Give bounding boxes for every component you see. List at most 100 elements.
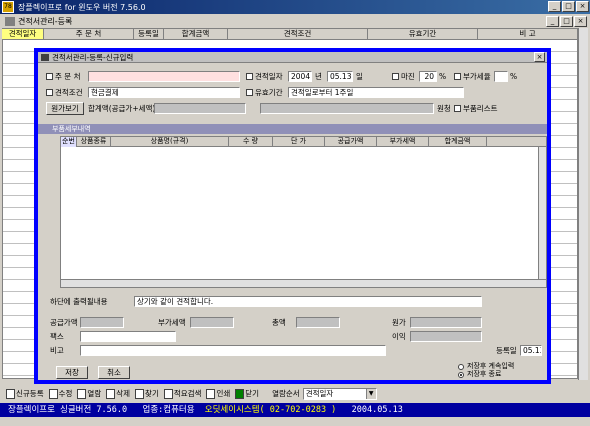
dialog-title-bar: 견적서관리-등록-신규입력 × <box>38 52 547 63</box>
profit-display <box>410 331 482 342</box>
note-input[interactable] <box>80 345 386 356</box>
total-display <box>154 103 246 114</box>
find-button[interactable]: 찾기 <box>133 387 161 400</box>
date-md-input[interactable]: 05.13 <box>327 71 353 82</box>
parts-section-bar: 부품세부내역 <box>38 124 547 134</box>
close-window-button[interactable]: 닫기 <box>233 387 261 400</box>
day-unit: 일 <box>356 72 363 81</box>
vatamt-display <box>190 317 234 328</box>
col-sum[interactable]: 합계금액 <box>429 137 487 147</box>
date-checkbox[interactable] <box>246 73 253 80</box>
view-icon <box>77 388 87 399</box>
save-continue-radio[interactable] <box>458 364 464 370</box>
col-supply[interactable]: 공급가액 <box>325 137 377 147</box>
mdi-title: 견적서관리-등록 <box>18 17 73 26</box>
cancel-button[interactable]: 취소 <box>98 366 130 379</box>
edit-icon <box>48 388 58 399</box>
vat-label: 부가세율 <box>463 72 491 81</box>
condition-input[interactable]: 현금결제 <box>88 87 240 98</box>
validity-input[interactable]: 견적일로부터 1주일 <box>288 87 464 98</box>
vat-percent: % <box>510 72 518 81</box>
vat-checkbox[interactable] <box>454 73 461 80</box>
parts-list-label: 부품리스트 <box>463 104 498 113</box>
col-vat[interactable]: 부가세액 <box>377 137 429 147</box>
app-icon: 78 <box>2 1 14 13</box>
mdi-close-button[interactable]: × <box>574 16 587 27</box>
app-title: 장플렉이프로 for 윈도우 버전 7.56.0 <box>18 2 146 12</box>
dialog-close-button[interactable]: × <box>534 52 545 62</box>
dialog-title: 견적서관리-등록-신규입력 <box>52 53 134 62</box>
minimize-button[interactable]: _ <box>548 1 561 12</box>
find-icon <box>135 388 145 399</box>
view-cost-button[interactable]: 원가보기 <box>46 102 84 115</box>
date-year-input[interactable]: 2004 <box>288 71 312 82</box>
regdate-input[interactable]: 05.13 <box>520 345 542 356</box>
bottom-toolbar: 신규등록 수정 열람 삭제 찾기 적요검색 인쇄 닫기 열람순서 견적일자 ▼ <box>0 386 590 401</box>
close-button[interactable]: × <box>576 1 589 12</box>
margin-label: 마진 <box>401 72 415 81</box>
condition-checkbox[interactable] <box>46 89 53 96</box>
status-industry: 업종:컴퓨터용 <box>142 405 195 415</box>
col-seq[interactable]: 순번 <box>61 137 77 147</box>
customer-label: 주 문 처 <box>55 72 81 81</box>
mdi-title-bar: 견적서관리-등록 _ □ × <box>2 15 588 28</box>
customer-checkbox[interactable] <box>46 73 53 80</box>
mdi-minimize-button[interactable]: _ <box>546 16 559 27</box>
supply-label: 공급가액 <box>50 318 78 327</box>
parts-list-checkbox[interactable] <box>454 105 461 112</box>
sum-display <box>296 317 340 328</box>
parts-vscroll[interactable] <box>538 147 546 281</box>
validity-checkbox[interactable] <box>246 89 253 96</box>
col-qty[interactable]: 수 량 <box>229 137 273 147</box>
status-date: 2004.05.13 <box>351 405 403 415</box>
view-button[interactable]: 열람 <box>75 387 103 400</box>
list-header: 견적일자 주 문 처 등록일 합계금액 견적조건 유효기간 비 고 <box>2 28 578 40</box>
chevron-down-icon[interactable]: ▼ <box>365 388 376 399</box>
margin-checkbox[interactable] <box>392 73 399 80</box>
col-product[interactable]: 상품명(규격) <box>111 137 229 147</box>
maximize-button[interactable]: □ <box>562 1 575 12</box>
margin-input[interactable]: 20 <box>419 71 437 82</box>
vatamt-label: 부가세액 <box>158 318 186 327</box>
cost2-display <box>410 317 482 328</box>
exit-icon <box>235 388 245 399</box>
date-label: 견적일자 <box>255 72 283 81</box>
delete-icon <box>106 388 116 399</box>
print-button[interactable]: 인쇄 <box>204 387 232 400</box>
note-label: 비고 <box>50 346 64 355</box>
save-end-radio[interactable] <box>458 372 464 378</box>
margin-percent: % <box>439 72 447 81</box>
col-kind[interactable]: 상품종류 <box>77 137 111 147</box>
list-scrollbar[interactable] <box>578 28 588 380</box>
regdate-label: 등록일 <box>496 346 517 355</box>
fax-input[interactable] <box>80 331 176 342</box>
mdi-maximize-button[interactable]: □ <box>560 16 573 27</box>
total-label: 합계액(공급가+세액) <box>88 104 156 113</box>
profit-label: 이익 <box>392 332 406 341</box>
edit-button[interactable]: 수정 <box>47 387 75 400</box>
fax-label: 팩스 <box>50 332 64 341</box>
sum-label: 총액 <box>272 318 286 327</box>
new-entry-dialog: 견적서관리-등록-신규입력 × 주 문 처 견적일자 2004 년 05.13 … <box>34 48 551 384</box>
col-unit-price[interactable]: 단 가 <box>273 137 325 147</box>
footer-label: 하단에 출력될내용 <box>50 297 108 306</box>
dialog-icon <box>41 54 49 61</box>
parts-hscroll[interactable] <box>61 279 546 287</box>
delete-button[interactable]: 삭제 <box>104 387 132 400</box>
cost2-label: 원가 <box>392 318 406 327</box>
supply-display <box>80 317 124 328</box>
memo-search-button[interactable]: 적요검색 <box>162 387 204 400</box>
memo-search-icon <box>163 388 173 399</box>
vat-input[interactable] <box>494 71 508 82</box>
year-unit: 년 <box>315 72 322 81</box>
new-button[interactable]: 신규등록 <box>4 387 46 400</box>
footer-input[interactable]: 상기와 같이 견적합니다. <box>134 296 482 307</box>
save-button[interactable]: 저장 <box>56 366 88 379</box>
document-icon <box>5 17 15 26</box>
cost-display <box>260 103 434 114</box>
save-end-label: 저장후 종료 <box>467 370 502 378</box>
sort-select[interactable]: 견적일자 ▼ <box>302 387 377 400</box>
customer-input[interactable] <box>88 71 240 82</box>
app-title-bar: 78 장플렉이프로 for 윈도우 버전 7.56.0 _ □ × <box>0 0 590 14</box>
parts-grid[interactable]: 순번 상품종류 상품명(규격) 수 량 단 가 공급가액 부가세액 합계금액 <box>60 136 547 288</box>
